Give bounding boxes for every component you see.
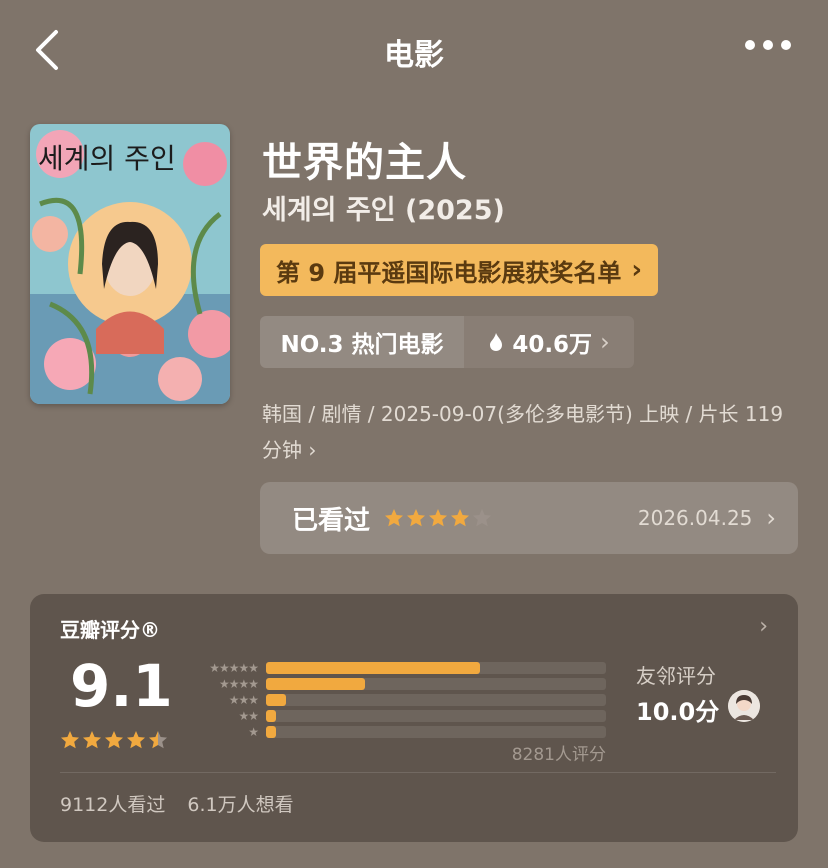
star-full-icon <box>127 731 145 749</box>
watched-count: 9112人看过 <box>60 794 166 816</box>
rank-label: NO.3 热门电影 <box>260 316 464 368</box>
watched-status: 已看过 <box>292 505 371 536</box>
my-rating-bar[interactable]: 已看过 2026.04.25 › <box>260 482 798 554</box>
star-half-icon <box>149 731 167 749</box>
heat-indicator[interactable]: 40.6万 › <box>464 316 634 368</box>
distribution-row: ★★ <box>188 708 608 724</box>
rating-stars <box>60 730 168 750</box>
friend-rating-score: 10.0分 <box>636 698 720 726</box>
watched-date: 2026.04.25 <box>637 506 753 530</box>
distribution-track <box>266 710 606 722</box>
poster-title-text: 세계의 주인 <box>38 142 176 175</box>
award-label: 第 9 届平遥国际电影展获奖名单 <box>276 258 622 287</box>
star-full-icon <box>385 509 404 527</box>
distribution-bar <box>266 678 365 690</box>
distribution-star-label: ★★★★ <box>218 677 259 691</box>
distribution-row: ★★★★ <box>188 676 608 692</box>
movie-meta-info[interactable]: 韩国 / 剧情 / 2025-09-07(多伦多电影节) 上映 / 片长 119… <box>262 396 802 468</box>
chevron-right-icon: › <box>600 328 610 356</box>
distribution-bar <box>266 662 481 674</box>
flame-icon <box>490 333 503 351</box>
meta-text: 韩国 / 剧情 / 2025-09-07(多伦多电影节) 上映 / 片长 119… <box>262 402 784 462</box>
star-full-icon <box>407 509 426 527</box>
distribution-star-label: ★★ <box>238 709 259 723</box>
douban-rating-card[interactable]: 豆瓣评分® › 9.1 ★★★★★ ★★★★ ★★★ ★★ ★ 8281人评分 友邻评分… <box>30 594 798 842</box>
chevron-right-icon: › <box>308 438 317 462</box>
ranking-bar[interactable]: NO.3 热门电影 40.6万 › <box>260 316 634 368</box>
movie-title: 世界的主人 <box>262 140 467 186</box>
award-banner-button[interactable]: 第 9 届平遥国际电影展获奖名单 › <box>260 244 659 296</box>
distribution-star-label: ★★★★★ <box>209 661 259 675</box>
original-title: 세계의 주인 (2025) <box>262 195 505 226</box>
distribution-row: ★★★ <box>188 692 608 708</box>
distribution-track <box>266 726 606 738</box>
chevron-right-icon: › <box>631 255 643 285</box>
more-dots-icon[interactable] <box>745 40 791 50</box>
star-full-icon <box>451 509 470 527</box>
my-stars <box>384 508 492 528</box>
star-full-icon <box>61 731 79 749</box>
movie-poster[interactable]: 세계의 주인 <box>30 124 230 404</box>
distribution-bar <box>266 710 277 722</box>
rating-distribution: ★★★★★ ★★★★ ★★★ ★★ ★ <box>188 660 608 740</box>
rating-count: 8281人评分 <box>511 745 606 765</box>
distribution-bar <box>266 694 287 706</box>
star-full-icon <box>83 731 101 749</box>
distribution-track <box>266 678 606 690</box>
page-title: 电影 <box>384 38 444 73</box>
rating-card-title: 豆瓣评分® <box>60 618 160 642</box>
divider <box>60 772 776 773</box>
chevron-right-icon[interactable]: › <box>759 614 768 639</box>
distribution-row: ★★★★★ <box>188 660 608 676</box>
distribution-track <box>266 694 606 706</box>
distribution-star-label: ★★★ <box>228 693 259 707</box>
rating-score: 9.1 <box>70 652 173 720</box>
heat-value: 40.6万 <box>512 332 593 358</box>
star-full-icon <box>429 509 448 527</box>
distribution-track <box>266 662 606 674</box>
watch-stats: 9112人看过 6.1万人想看 <box>60 790 294 817</box>
friend-rating-label: 友邻评分 <box>636 664 716 688</box>
star-empty-icon <box>473 509 492 527</box>
distribution-star-label: ★ <box>248 725 259 739</box>
distribution-row: ★ <box>188 724 608 740</box>
friend-avatar[interactable] <box>728 690 760 722</box>
distribution-bar <box>266 726 277 738</box>
star-full-icon <box>105 731 123 749</box>
chevron-right-icon: › <box>766 504 776 532</box>
want-count: 6.1万人想看 <box>187 794 294 816</box>
